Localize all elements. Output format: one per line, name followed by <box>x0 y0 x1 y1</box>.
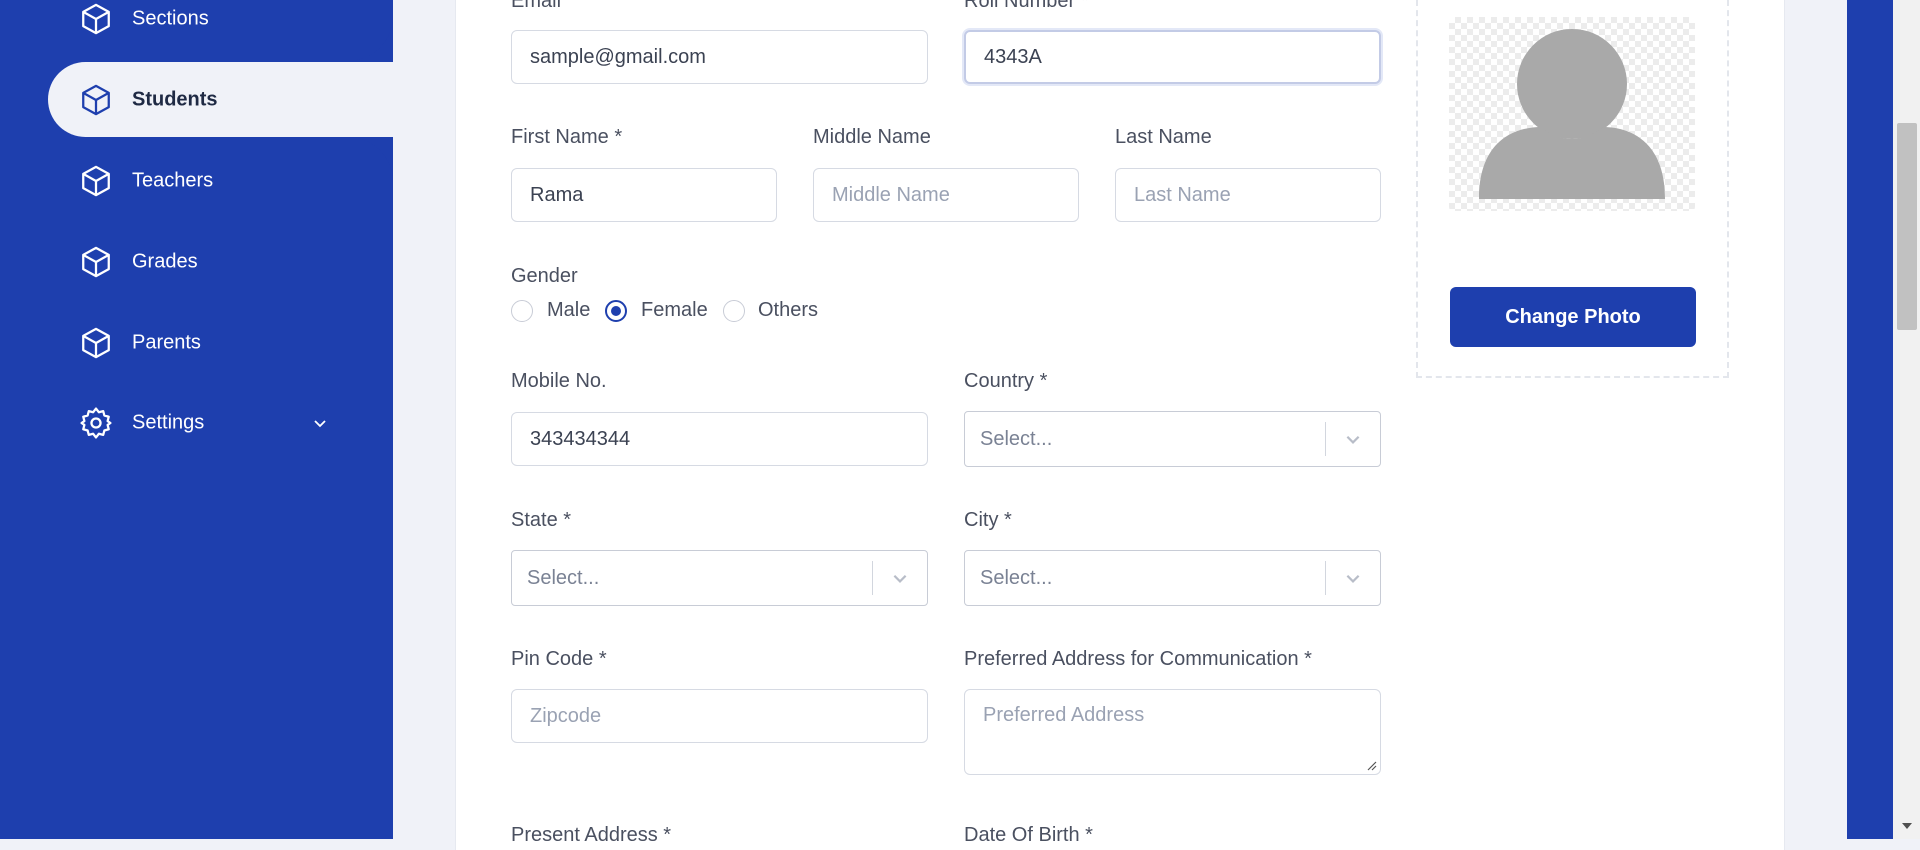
cube-icon <box>82 327 110 359</box>
sidebar-item-label: Grades <box>132 250 198 273</box>
preferred-address-placeholder: Preferred Address <box>983 704 1145 726</box>
city-select-value: Select... <box>980 566 1053 589</box>
chevron-down-icon[interactable] <box>1326 430 1380 448</box>
gender-option-label: Others <box>758 299 819 321</box>
city-label: City * <box>964 509 1012 531</box>
email-label: Email <box>511 0 562 12</box>
sidebar-item-teachers[interactable]: Teachers <box>0 146 393 216</box>
resize-handle-icon[interactable] <box>1365 759 1377 771</box>
middle-name-label: Middle Name <box>813 126 931 148</box>
last-name-field[interactable]: Last Name <box>1115 168 1381 222</box>
present-address-label: Present Address * <box>511 824 672 846</box>
mobile-label: Mobile No. <box>511 370 607 392</box>
middle-name-field[interactable]: Middle Name <box>813 168 1079 222</box>
gender-label: Gender <box>511 265 578 287</box>
change-photo-button[interactable]: Change Photo <box>1450 287 1696 347</box>
profile-photo <box>1449 17 1695 211</box>
scrollbar-thumb[interactable] <box>1897 123 1917 330</box>
roll-number-label: Roll Number * <box>964 0 1089 12</box>
cube-icon <box>82 246 110 278</box>
gear-icon <box>80 407 112 439</box>
pin-code-label: Pin Code * <box>511 648 607 670</box>
country-select[interactable]: Select... <box>964 411 1381 467</box>
gender-option-label: Male <box>547 299 591 321</box>
sidebar-item-settings[interactable]: Settings <box>0 388 393 458</box>
preferred-address-field[interactable]: Preferred Address <box>964 689 1381 775</box>
sidebar-item-students[interactable]: Students <box>48 62 393 137</box>
roll-number-field[interactable]: 4343A <box>964 30 1381 84</box>
country-select-value: Select... <box>980 427 1053 450</box>
sidebar: Sections Students Teachers Grades Parent… <box>0 0 393 839</box>
sidebar-item-label: Settings <box>132 411 205 434</box>
city-select[interactable]: Select... <box>964 550 1381 606</box>
gender-option-label: Female <box>641 299 708 321</box>
sidebar-item-label: Students <box>132 88 218 110</box>
state-select-value: Select... <box>527 566 600 589</box>
sidebar-item-parents[interactable]: Parents <box>0 308 393 378</box>
scroll-down-arrow-icon[interactable] <box>1899 818 1915 834</box>
date-of-birth-label: Date Of Birth * <box>964 824 1093 846</box>
state-label: State * <box>511 509 572 531</box>
sidebar-item-sections[interactable]: Sections <box>0 0 393 54</box>
state-select[interactable]: Select... <box>511 550 928 606</box>
cube-icon <box>82 84 110 115</box>
gender-radio-female[interactable] <box>605 300 627 322</box>
cube-icon <box>82 165 110 197</box>
first-name-label: First Name * <box>511 126 623 148</box>
sidebar-item-grades[interactable]: Grades <box>0 227 393 297</box>
sidebar-item-label: Sections <box>132 7 209 30</box>
pin-code-field[interactable]: Zipcode <box>511 689 928 743</box>
mobile-field[interactable]: 343434344 <box>511 412 928 466</box>
country-label: Country * <box>964 370 1048 392</box>
first-name-field[interactable]: Rama <box>511 168 777 222</box>
preferred-address-label: Preferred Address for Communication * <box>964 648 1312 670</box>
sidebar-item-label: Teachers <box>132 169 214 192</box>
last-name-label: Last Name <box>1115 126 1212 148</box>
cube-icon <box>82 3 110 35</box>
chevron-down-icon[interactable] <box>1326 569 1380 587</box>
chevron-down-icon[interactable] <box>873 569 927 587</box>
avatar-placeholder-icon <box>1479 29 1665 199</box>
gender-radio-male[interactable] <box>511 300 533 322</box>
gender-radio-others[interactable] <box>723 300 745 322</box>
chevron-down-icon[interactable] <box>312 415 328 431</box>
email-field[interactable]: sample@gmail.com <box>511 30 928 84</box>
sidebar-item-label: Parents <box>132 331 201 354</box>
